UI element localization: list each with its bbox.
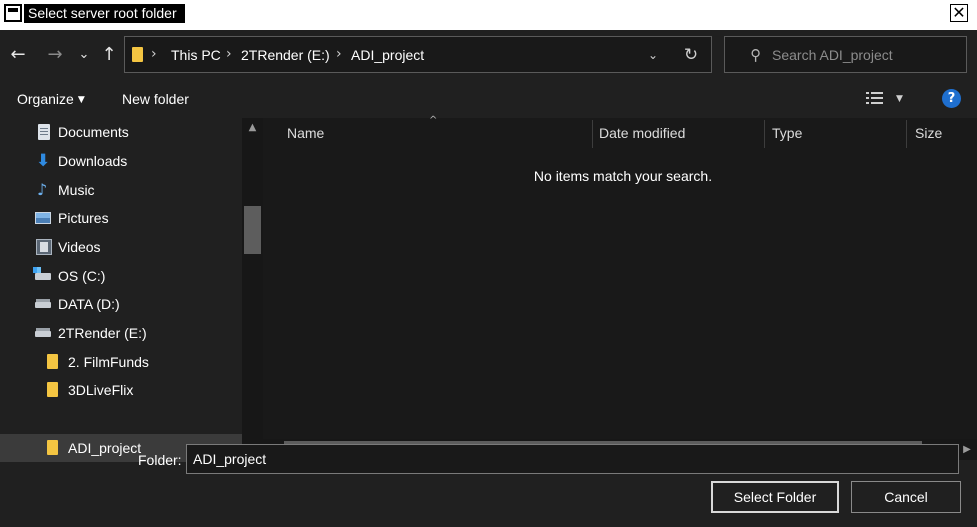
scroll-up-icon[interactable]: ▲ <box>242 118 263 138</box>
file-list: Name ^ Date modified Type Size No items … <box>263 115 977 460</box>
sidebar-item-3dliveflix[interactable]: 3DLiveFlix <box>0 376 242 404</box>
folder-icon <box>47 354 58 369</box>
breadcrumb-drive[interactable]: 2TRender (E:) <box>241 46 330 64</box>
sidebar-item-label: Pictures <box>58 210 109 226</box>
sidebar-item-music[interactable]: ♪ Music <box>0 176 242 204</box>
toolbar: Organize ▼ New folder ▼ ? <box>0 82 977 116</box>
downloads-icon: ⬇ <box>36 151 51 171</box>
sidebar-item-videos[interactable]: Videos <box>0 233 242 261</box>
folder-icon <box>47 382 58 397</box>
view-options-icon[interactable] <box>866 91 886 107</box>
sidebar-item-label: Music <box>58 182 95 198</box>
back-arrow-icon[interactable]: ← <box>7 44 29 66</box>
title-bar: Select server root folder ✕ <box>0 0 977 30</box>
forward-arrow-icon[interactable]: → <box>44 44 66 66</box>
window-title: Select server root folder <box>24 4 185 23</box>
breadcrumb-current-folder[interactable]: ADI_project <box>351 46 424 64</box>
folder-icon <box>47 440 58 455</box>
organize-button[interactable]: Organize ▼ <box>17 90 85 111</box>
breadcrumb-separator[interactable]: › <box>336 45 342 63</box>
file-dialog: ← → ⌄ ↑ › This PC › 2TRender (E:) › ADI_… <box>0 30 977 527</box>
sidebar-scrollbar[interactable]: ▲ ▼ <box>242 118 263 460</box>
breadcrumb-this-pc[interactable]: This PC <box>171 46 221 64</box>
search-box[interactable]: ⚲ <box>724 36 967 73</box>
folder-name-input[interactable] <box>186 444 959 474</box>
chevron-down-icon[interactable]: ⌄ <box>643 45 663 65</box>
documents-icon <box>38 124 50 140</box>
scroll-right-icon[interactable]: ▶ <box>957 439 977 460</box>
organize-label: Organize <box>17 91 74 107</box>
column-header-label: Size <box>915 125 943 141</box>
sidebar-item-label: OS (C:) <box>58 268 106 284</box>
breadcrumb-separator[interactable]: › <box>226 45 232 63</box>
address-bar[interactable]: › This PC › 2TRender (E:) › ADI_project … <box>124 36 712 73</box>
navigation-pane: Documents ⬇ Downloads ♪ Music Pictures V… <box>0 118 263 462</box>
refresh-icon[interactable]: ↻ <box>680 44 702 66</box>
sidebar-item-downloads[interactable]: ⬇ Downloads <box>0 147 242 175</box>
drive-icon <box>35 328 51 337</box>
pictures-icon <box>35 212 51 224</box>
drive-icon <box>35 299 51 308</box>
sidebar-item-label: Documents <box>58 124 129 140</box>
app-icon <box>4 4 22 22</box>
select-folder-button[interactable]: Select Folder <box>711 481 839 513</box>
sidebar-item-label: 2TRender (E:) <box>58 325 147 341</box>
cancel-button[interactable]: Cancel <box>851 481 961 513</box>
sidebar-item-label: 2. FilmFunds <box>68 354 149 370</box>
column-header-size[interactable]: Size <box>891 118 977 148</box>
windows-drive-icon <box>33 267 51 280</box>
empty-state-message: No items match your search. <box>533 168 713 184</box>
sidebar-item-label: Downloads <box>58 153 128 169</box>
breadcrumb-separator[interactable]: › <box>151 45 157 63</box>
sidebar-item-documents[interactable]: Documents <box>0 118 242 146</box>
help-icon[interactable]: ? <box>942 89 961 108</box>
sidebar-item-2trender-e[interactable]: 2TRender (E:) <box>0 319 242 347</box>
sidebar-item-label: Videos <box>58 239 101 255</box>
column-header-date-modified[interactable]: Date modified <box>575 118 765 148</box>
search-icon: ⚲ <box>750 46 761 64</box>
scrollbar-thumb[interactable] <box>244 206 261 254</box>
column-header-label: Type <box>772 125 803 141</box>
folder-icon <box>132 47 143 62</box>
new-folder-button[interactable]: New folder <box>122 90 189 108</box>
column-header-label: Name <box>287 125 325 141</box>
caret-down-icon: ▼ <box>77 95 85 105</box>
close-button[interactable]: ✕ <box>950 4 968 22</box>
sort-ascending-icon: ^ <box>429 115 438 126</box>
column-header-type[interactable]: Type <box>748 118 908 148</box>
view-menu-caret-icon[interactable]: ▼ <box>896 91 903 107</box>
sidebar-item-label: 3DLiveFlix <box>68 382 134 398</box>
column-header-label: Date modified <box>599 125 686 141</box>
sidebar-item-pictures[interactable]: Pictures <box>0 204 242 232</box>
music-icon: ♪ <box>37 180 48 199</box>
videos-icon <box>36 239 52 255</box>
sidebar-item-os-c[interactable]: OS (C:) <box>0 262 242 290</box>
sidebar-item-data-d[interactable]: DATA (D:) <box>0 290 242 318</box>
recent-locations-chevron-icon[interactable]: ⌄ <box>73 44 95 66</box>
folder-label: Folder: <box>138 452 182 468</box>
up-arrow-icon[interactable]: ↑ <box>98 44 120 66</box>
sidebar-item-filmfunds[interactable]: 2. FilmFunds <box>0 348 242 376</box>
column-header-name[interactable]: Name <box>263 118 592 148</box>
sidebar-item-label: DATA (D:) <box>58 296 120 312</box>
sidebar-item-label: ADI_project <box>68 440 142 456</box>
search-input[interactable] <box>772 43 957 67</box>
